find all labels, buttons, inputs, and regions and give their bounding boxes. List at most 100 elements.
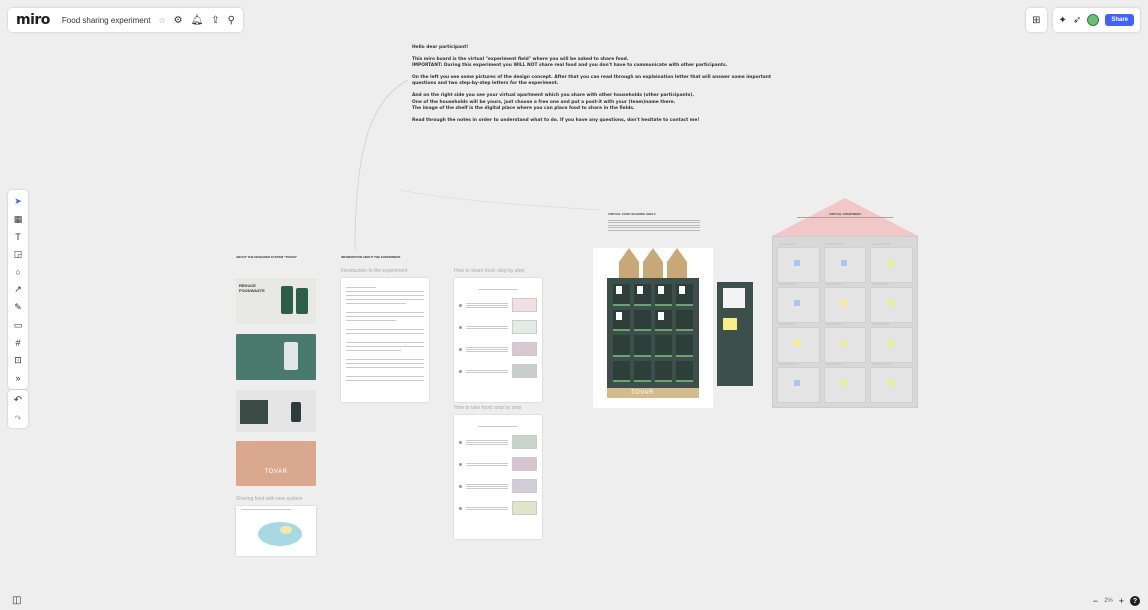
star-icon[interactable]: ☆ [158,16,165,25]
side-panel-toggle-icon[interactable]: ◫ [12,595,21,606]
board-title[interactable]: Food sharing experiment [62,16,151,25]
shelf-cell[interactable] [634,309,651,331]
comment-icon[interactable]: ▭ [14,320,23,331]
share-step-1 [459,298,537,312]
apartment-description [797,217,893,218]
shelf-miniature-photo[interactable] [236,390,316,432]
zoom-out-button[interactable]: − [1093,596,1098,606]
shelf-cell[interactable] [634,284,651,306]
about-system-label: ABOUT THE DESIGNED SYSTEM "TOVAR" [236,255,298,259]
household-cell[interactable]: Household 2 [823,242,867,283]
shelf-cell[interactable] [634,335,651,357]
intro-text-block[interactable]: Hello dear participant! This miro board … [412,45,772,129]
share-button[interactable]: Share [1105,14,1134,26]
shelf-caption-text [608,218,700,232]
undo-redo-box: ↶ ↷ [8,390,28,428]
redo-icon[interactable]: ↷ [15,414,22,423]
household-label: Household 6 [872,282,890,286]
household-cell[interactable]: Household 7 [777,322,820,363]
how-take-label: How to take food: step by step [454,405,522,411]
virtual-apartment[interactable]: VIRTUAL APARTMENT Household 1 Household … [772,198,918,408]
shelf-cell[interactable] [613,284,630,306]
undo-icon[interactable]: ↶ [14,395,22,406]
sharing-system-diagram[interactable] [236,506,316,556]
intro-p3c: The image of the shelf is the digital pl… [412,106,635,112]
text-icon[interactable]: T [15,232,21,242]
shapes-icon[interactable]: ○ [15,267,20,277]
household-cell[interactable]: Household 10 [777,362,820,403]
zoom-in-button[interactable]: + [1119,596,1124,606]
help-button[interactable]: ? [1130,596,1140,606]
miro-logo[interactable]: miro [16,12,50,28]
bell-icon[interactable]: 🔔︎ [191,15,204,26]
household-label: Household 10 [779,362,798,366]
household-cell[interactable]: Household 12 [870,362,913,403]
how-to-take-document[interactable] [454,415,542,539]
foodwaste-text: FOODWASTE [239,288,265,293]
household-cell[interactable]: Household 6 [870,282,913,323]
how-to-share-document[interactable] [454,278,542,402]
pen-icon[interactable]: ✎ [14,302,22,313]
search-icon[interactable]: ⚲ [228,15,235,26]
apartment-title: VIRTUAL APARTMENT [828,212,862,216]
household-cell[interactable]: Household 1 [777,242,820,283]
sticky-note-icon[interactable]: ◲ [14,249,23,260]
upload-icon[interactable]: ⇪ [211,15,219,26]
intro-paragraph-2: On the left you see some pictures of the… [412,74,771,87]
apps-icon[interactable]: ⊞ [1032,15,1040,26]
frame-icon[interactable]: # [15,338,20,348]
shelf-cell[interactable] [676,284,693,306]
shelf-cell[interactable] [655,335,672,357]
shelf-cell[interactable] [676,309,693,331]
take-step-2 [459,457,537,471]
household-cell[interactable]: Household 3 [870,242,913,283]
intro-document[interactable] [341,278,429,402]
household-cell[interactable]: Household 8 [823,322,867,363]
household-cell[interactable]: Household 4 [777,282,820,323]
virtual-shelf[interactable]: TOVAR [593,248,713,408]
shelf-cell[interactable] [634,360,651,382]
take-step-1 [459,435,537,449]
shelf-cell[interactable] [655,309,672,331]
shelf-logo-text: TOVAR [631,390,654,396]
share-step-2 [459,320,537,334]
intro-p3: And on the right side you see your virtu… [412,92,695,98]
more-tools-icon[interactable]: » [15,373,20,383]
user-avatar[interactable] [1087,14,1100,26]
shelf-cell[interactable] [613,360,630,382]
templates-icon[interactable]: ▦ [14,214,23,225]
household-label: Household 11 [825,362,844,366]
reduce-foodwaste-photo[interactable]: REDUCE FOODWASTE [236,278,316,324]
shelf-notes-panel[interactable] [717,282,753,386]
reactions-icon[interactable]: ✦ [1059,15,1067,26]
experiment-info-label: INFORMATION ABOUT THE EXPERIMENT [341,255,401,259]
tovar-photo-text: TOVAR [264,469,288,475]
settings-icon[interactable]: ⚙ [174,15,183,26]
connection-line-icon[interactable]: ↗ [14,284,22,295]
sharing-new-label: Sharing food with new system [236,496,303,502]
share-step-3 [459,342,537,356]
shelf-cell[interactable] [613,335,630,357]
shelf-photo[interactable] [236,334,316,380]
shelf-cell[interactable] [676,335,693,357]
household-cell[interactable]: Household 9 [870,322,913,363]
household-cell[interactable]: Household 11 [823,362,867,403]
shelf-grid [607,278,699,388]
upload-file-icon[interactable]: ⊡ [14,355,22,366]
zoom-controls: − 2% + ? [1093,596,1140,606]
household-cell[interactable]: Household 5 [823,282,867,323]
household-label: Household 5 [825,282,843,286]
zoom-level[interactable]: 2% [1104,598,1113,604]
cursor-icon[interactable]: ➶ [1073,15,1081,26]
shelf-cell[interactable] [655,360,672,382]
apps-box: ⊞ [1026,8,1047,32]
shelf-cell[interactable] [655,284,672,306]
shelf-cell[interactable] [613,309,630,331]
select-icon[interactable]: ➤ [14,196,22,207]
shelf-cell[interactable] [676,360,693,382]
collab-box: ✦ ➶ Share [1052,8,1140,32]
intro-p1: This miro board is the virtual "experime… [412,56,629,62]
household-label: Household 12 [872,362,891,366]
tovar-brand-photo[interactable]: TOVAR [236,441,316,486]
intro-doc-label: Introduction to the experiment [341,268,408,274]
